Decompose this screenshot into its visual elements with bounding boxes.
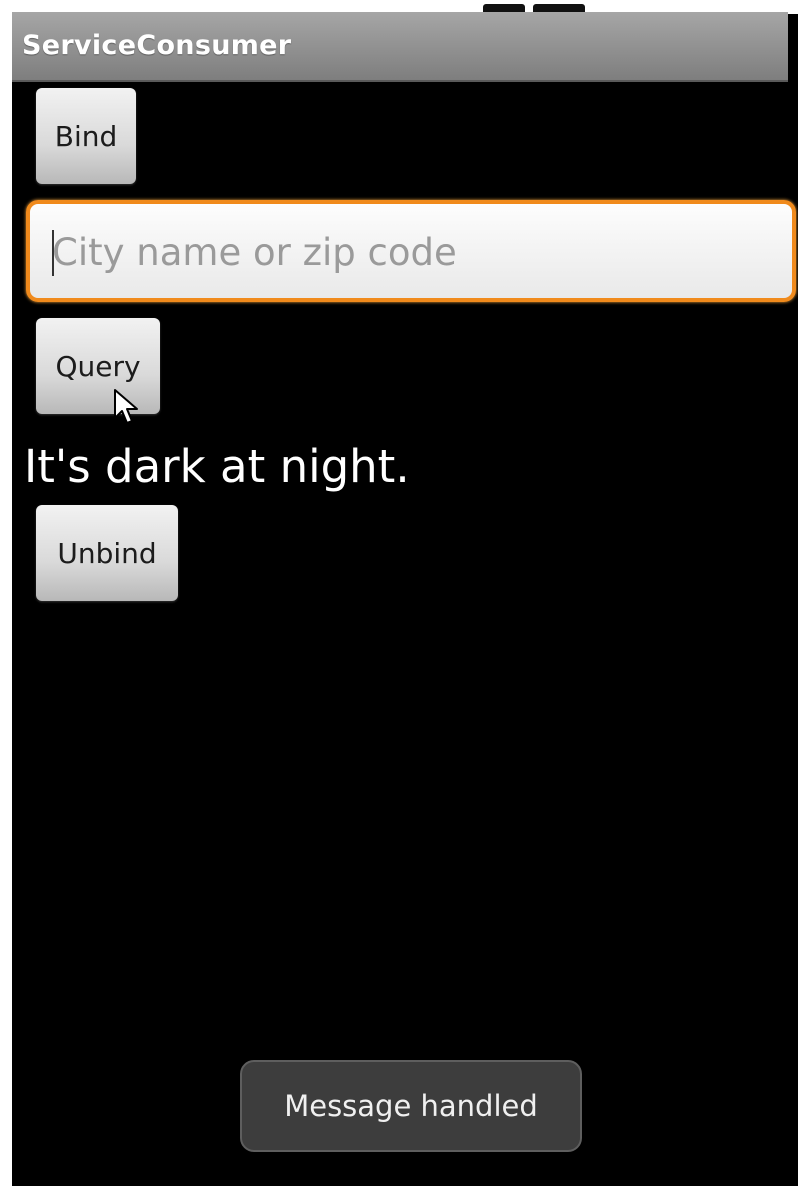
toast-message: Message handled	[240, 1060, 582, 1152]
city-input-field[interactable]	[26, 200, 796, 302]
app-title: ServiceConsumer	[22, 30, 292, 61]
unbind-button[interactable]: Unbind	[36, 505, 178, 601]
weather-result-text: It's dark at night.	[24, 440, 410, 493]
bind-button[interactable]: Bind	[36, 88, 136, 184]
app-title-bar: ServiceConsumer	[12, 12, 788, 82]
text-caret	[52, 230, 54, 276]
query-button[interactable]: Query	[36, 318, 160, 414]
mouse-pointer-icon	[114, 389, 138, 424]
city-input[interactable]	[50, 204, 774, 300]
